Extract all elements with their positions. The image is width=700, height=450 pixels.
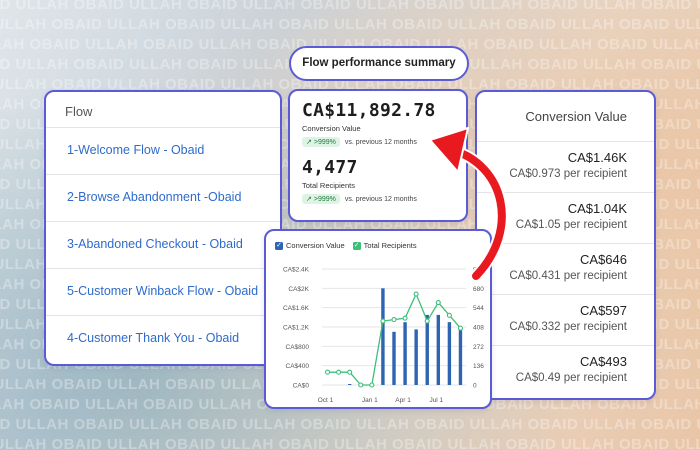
y-axis-right-tick-label: 816	[473, 267, 484, 274]
conversion-trend-badge: ↗ >999%	[302, 137, 340, 147]
chart-line-point	[413, 291, 419, 297]
y-axis-left-tick-label: CA$1.2K	[283, 325, 310, 332]
recipients-trend: ↗ >999% vs. previous 12 months	[302, 194, 466, 204]
checkbox-checked-icon: ✓	[275, 241, 283, 250]
conversion-trend: ↗ >999% vs. previous 12 months	[302, 137, 466, 147]
chart-line-point	[336, 369, 342, 375]
conversion-row-per-recipient: CA$1.05 per recipient	[515, 219, 627, 231]
legend-total-recipients[interactable]: ✓ Total Recipients	[352, 241, 417, 250]
legend-conversion-value[interactable]: ✓ Conversion Value	[275, 241, 345, 250]
chart-legend: ✓ Conversion Value ✓ Total Recipients	[275, 241, 417, 250]
conversion-row-value: CA$597	[580, 303, 627, 318]
conversion-value-total: CA$11,892.78	[302, 100, 436, 121]
recipients-trend-percent: >999%	[313, 195, 336, 203]
x-axis-tick-label: Oct 1	[318, 397, 334, 404]
summary-title-pill: Flow performance summary	[289, 46, 469, 81]
conversion-row-per-recipient: CA$0.973 per recipient	[509, 168, 627, 180]
conversion-trend-percent: >999%	[313, 138, 336, 146]
chart-bar	[403, 322, 407, 385]
conversion-row-value: CA$1.46K	[567, 150, 627, 165]
conversion-row-per-recipient: CA$0.49 per recipient	[515, 372, 627, 384]
chart-bar	[458, 327, 463, 385]
conversion-row: CA$646 CA$0.431 per recipient	[477, 244, 654, 295]
chart-bar	[414, 329, 418, 385]
conversion-row-per-recipient: CA$0.431 per recipient	[509, 270, 627, 282]
chart-line-point	[358, 382, 364, 388]
flow-link-abandoned-checkout[interactable]: 3-Abandoned Checkout - Obaid	[46, 222, 280, 269]
chart-bar	[436, 314, 441, 385]
conversion-row: CA$1.46K CA$0.973 per recipient	[477, 142, 654, 193]
y-axis-left-tick-label: CA$2K	[288, 286, 309, 293]
chart-line-point	[424, 318, 430, 324]
y-axis-left-tick-label: CA$1.6K	[283, 305, 310, 312]
checkbox-checked-icon: ✓	[352, 241, 361, 250]
conversion-value-label: Conversion Value	[302, 124, 361, 133]
y-axis-right-tick-label: 272	[473, 344, 484, 351]
metrics-card: CA$11,892.78 Conversion Value ↗ >999% vs…	[288, 89, 468, 222]
chart-line-point	[446, 312, 452, 318]
y-axis-left-tick-label: CA$2.4K	[283, 267, 310, 274]
chart-bar	[447, 322, 452, 385]
flow-link-customer-winback[interactable]: 5-Customer Winback Flow - Obaid	[46, 269, 280, 316]
y-axis-right-tick-label: 408	[473, 325, 484, 332]
chart-line-point	[380, 318, 386, 324]
conversion-row-value: CA$493	[580, 354, 627, 369]
conversion-row: CA$493 CA$0.49 per recipient	[477, 346, 654, 397]
flow-link-customer-thank-you[interactable]: 4-Customer Thank You - Obaid	[46, 316, 280, 363]
y-axis-left-tick-label: CA$800	[286, 344, 310, 351]
chart-line-point	[347, 369, 353, 375]
conversion-row: CA$1.04K CA$1.05 per recipient	[477, 193, 654, 244]
chart-line-point	[324, 369, 331, 375]
x-axis-tick-label: Jul 1	[429, 397, 443, 404]
performance-chart-card: CA$0 CA$400 CA$800 CA$1.2K CA$1.6K CA$2K CA$2.…	[264, 229, 492, 409]
conversion-row-value: CA$646	[580, 252, 627, 267]
x-axis-tick-label: Apr 1	[395, 397, 411, 404]
conversion-column-header: Conversion Value	[477, 92, 654, 142]
y-axis-right-tick-label: 544	[473, 305, 484, 312]
x-axis-tick-label: Jan 1	[362, 397, 378, 404]
conversion-row: CA$597 CA$0.332 per recipient	[477, 295, 654, 346]
legend-label: Total Recipients	[363, 241, 417, 250]
recipients-trend-compare: vs. previous 12 months	[344, 195, 417, 203]
performance-chart: CA$0 CA$400 CA$800 CA$1.2K CA$1.6K CA$2K CA$2.…	[283, 267, 484, 405]
conversion-trend-compare: vs. previous 12 months	[344, 138, 417, 146]
flow-link-browse-abandonment[interactable]: 2-Browse Abandonment -Obaid	[46, 175, 280, 222]
chart-line-point	[457, 325, 464, 331]
chart-bar	[381, 288, 385, 385]
flow-column-header: Flow	[46, 92, 280, 128]
chart-line-point	[402, 315, 408, 321]
total-recipients-value: 4,477	[302, 157, 358, 178]
flow-link-welcome[interactable]: 1-Welcome Flow - Obaid	[46, 128, 280, 175]
y-axis-right-tick-label: 680	[473, 286, 484, 293]
y-axis-left-tick-label: CA$0	[293, 383, 310, 390]
chart-line-point	[391, 317, 397, 323]
y-axis-right-tick-label: 0	[473, 383, 477, 390]
chart-bar	[425, 314, 429, 385]
recipients-trend-badge: ↗ >999%	[302, 194, 340, 204]
chart-line-point	[369, 382, 375, 388]
y-axis-left-tick-label: CA$400	[286, 363, 310, 370]
chart-line-point	[435, 299, 441, 306]
trend-up-icon: ↗	[306, 196, 312, 203]
total-recipients-label: Total Recipients	[302, 181, 355, 190]
conversion-row-value: CA$1.04K	[567, 201, 627, 216]
conversion-row-per-recipient: CA$0.332 per recipient	[509, 321, 627, 333]
chart-bar	[347, 384, 352, 385]
trend-up-icon: ↗	[306, 139, 312, 146]
flow-list-card: Flow 1-Welcome Flow - Obaid 2-Browse Aba…	[44, 90, 282, 366]
conversion-value-card: Conversion Value CA$1.46K CA$0.973 per r…	[475, 90, 656, 400]
y-axis-right-tick-label: 136	[473, 363, 484, 370]
legend-label: Conversion Value	[286, 241, 345, 250]
chart-bar	[392, 331, 396, 385]
